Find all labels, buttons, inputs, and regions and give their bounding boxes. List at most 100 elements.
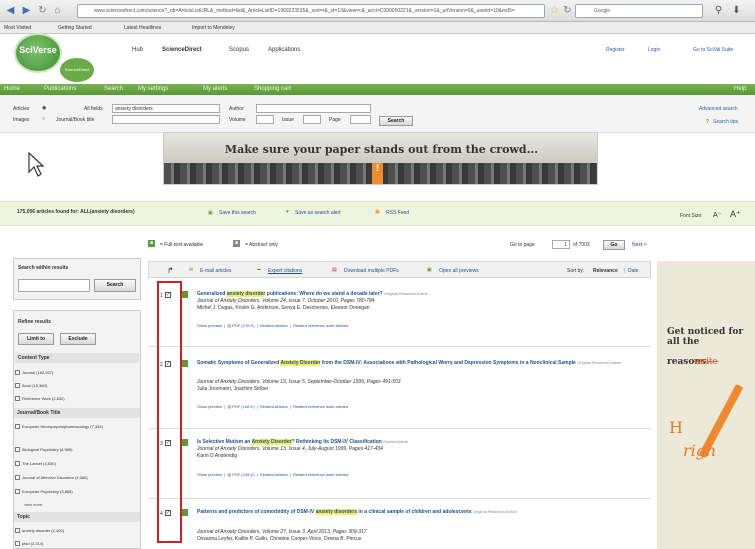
show-preview-link[interactable]: Show preview [197, 472, 222, 477]
articles-radio[interactable]: ◉ [42, 105, 46, 111]
help-link[interactable]: Help [734, 86, 746, 92]
refresh-icon[interactable]: ↻ [561, 4, 574, 17]
pdf-link[interactable]: PDF (108 K) [232, 404, 254, 409]
facet-european-psychiatry[interactable]: European Psychiatry (3,868) [15, 489, 73, 495]
articles-radio-label[interactable]: Articles [13, 106, 29, 112]
go-button[interactable]: Go [603, 240, 625, 250]
rss-link[interactable]: RSS Feed [386, 210, 409, 216]
search-within-button[interactable]: Search [94, 279, 136, 292]
reload-icon[interactable]: ↻ [36, 4, 49, 17]
bookmark-star-icon[interactable]: ☆ [548, 4, 561, 17]
related-articles-link[interactable]: Related articles [260, 404, 288, 409]
ad-handwriting-2: righ [683, 441, 717, 460]
bookmark-import-mendeley[interactable]: Import to Mendeley [192, 25, 235, 31]
home-icon[interactable]: ⌂ [51, 4, 64, 17]
email-articles-link[interactable]: E-mail articles [200, 268, 231, 274]
font-larger-button[interactable]: A⁺ [730, 209, 741, 220]
search-within-input[interactable] [18, 279, 90, 292]
tab-home[interactable]: Home [4, 86, 20, 92]
nav-sciencedirect[interactable]: ScienceDirect [162, 47, 202, 53]
search-button[interactable]: Search [379, 116, 413, 126]
forward-icon[interactable]: ▶ [20, 4, 33, 17]
tab-my-alerts[interactable]: My alerts [203, 86, 227, 92]
facet-biological-psychiatry[interactable]: Biological Psychiatry (6,985) [15, 447, 72, 453]
facet-european-neuro[interactable]: European Neuropsychopharmacology (7,354) [15, 424, 135, 430]
export-citations-link[interactable]: Export citations [268, 268, 302, 274]
journal-title-input[interactable] [112, 115, 220, 124]
tab-shopping-cart[interactable]: Shopping cart [254, 86, 291, 92]
images-radio-label[interactable]: Images [13, 117, 29, 123]
next-page-link[interactable]: Next > [632, 242, 647, 248]
login-link[interactable]: Login [648, 47, 660, 53]
related-reference-link[interactable]: Related reference work articles [293, 404, 348, 409]
download-pdfs-link[interactable]: Download multiple PDFs [344, 268, 399, 274]
facet-lancet[interactable]: The Lancet (4,530) [15, 461, 56, 467]
page-number-input[interactable]: 1 [552, 240, 570, 249]
url-bar[interactable]: www.sciencedirect.com/science?_ob=Articl… [77, 4, 545, 18]
volume-input[interactable] [256, 115, 274, 124]
sort-date[interactable]: Date [628, 268, 639, 274]
limit-to-button[interactable]: Limit to [18, 333, 54, 345]
search-icon[interactable]: ⚲ [712, 4, 725, 17]
facet-ptsd[interactable]: ptsd (2,314) [15, 541, 43, 547]
download-icon[interactable]: ⬇ [730, 4, 743, 17]
result-item: 1 ✓ Generalized anxiety disorder publica… [148, 279, 651, 347]
bookmark-latest-headlines[interactable]: Latest Headlines [124, 25, 161, 31]
side-ad[interactable]: Get noticed for all the reasons. write H … [657, 261, 755, 549]
related-reference-link[interactable]: Related reference work articles [293, 323, 348, 328]
issue-input[interactable] [303, 115, 321, 124]
show-preview-link[interactable]: Show preview [197, 323, 222, 328]
show-preview-link[interactable]: Show preview [197, 404, 222, 409]
advanced-search-link[interactable]: Advanced search [699, 106, 738, 112]
result-title[interactable]: Somatic Symptoms of Generalized Anxiety … [197, 359, 627, 367]
facet-journal[interactable]: Journal (162,007) [15, 370, 53, 376]
bookmark-most-visited[interactable]: Most Visited [4, 25, 31, 31]
facet-affective-disorders[interactable]: Journal of Affective Disorders (4,085) [15, 475, 88, 481]
bookmark-getting-started[interactable]: Getting Started [58, 25, 92, 31]
sort-relevance[interactable]: Relevance [593, 268, 618, 274]
full-text-icon: ■ [148, 240, 155, 247]
facet-anxiety-disorder[interactable]: anxiety disorder (2,400) [15, 528, 64, 534]
journal-title-facet-title: Journal/Book Title [17, 410, 61, 416]
select-all-arrow-icon[interactable]: ↱ [167, 266, 174, 275]
font-smaller-button[interactable]: A⁻ [713, 211, 721, 219]
search-tips-link[interactable]: Search tips [713, 119, 738, 125]
open-previews-link[interactable]: Open all previews [439, 268, 479, 274]
related-articles-link[interactable]: Related articles [260, 323, 288, 328]
images-radio[interactable]: ○ [42, 116, 45, 122]
full-text-legend: = Full-text available [160, 242, 204, 248]
tab-publications[interactable]: Publications [44, 86, 76, 92]
related-articles-link[interactable]: Related articles [260, 472, 288, 477]
facet-reference-work[interactable]: Reference Work (2,832) [15, 396, 65, 402]
results-summary-bar: 175,056 articles found for: ALL(anxiety … [0, 201, 755, 226]
email-icon: ✉ [189, 267, 194, 273]
tab-search[interactable]: Search [104, 86, 123, 92]
scival-link[interactable]: Go to SciVal Suite [693, 47, 733, 53]
exclude-button[interactable]: Exclude [60, 333, 96, 345]
nav-applications[interactable]: Applications [268, 47, 300, 53]
ad-banner[interactable]: Make sure your paper stands out from the… [163, 132, 598, 185]
nav-scopus[interactable]: Scopus [229, 47, 249, 53]
pdf-link[interactable]: PDF (135 K) [232, 472, 254, 477]
register-link[interactable]: Register [606, 47, 625, 53]
sciencedirect-logo[interactable]: ScienceDirect [60, 58, 94, 82]
facet-book[interactable]: Book (15,360) [15, 383, 47, 389]
view-more-link[interactable]: view more [24, 502, 42, 507]
sciverse-logo[interactable]: SciVerse [14, 33, 62, 73]
related-reference-link[interactable]: Related reference work articles [293, 472, 348, 477]
save-alert-link[interactable]: Save as search alert [295, 210, 341, 216]
pdf-icon: ▤ [227, 323, 232, 328]
result-title[interactable]: Is Selective Mutism an Anxiety Disorder?… [197, 438, 627, 446]
back-icon[interactable]: ◀ [4, 4, 17, 17]
save-search-link[interactable]: Save this search [219, 210, 256, 216]
result-title[interactable]: Patterns and predictors of comorbidity o… [197, 508, 627, 516]
all-fields-input[interactable]: anxiety disorders [112, 104, 220, 113]
pdf-link[interactable]: PDF (176 K) [232, 323, 254, 328]
browser-search-bar[interactable]: Google [575, 4, 703, 18]
page-input[interactable] [350, 115, 371, 124]
results-toolbar: ↱ ✉ E-mail articles ➥ Export citations ▤… [148, 261, 651, 278]
author-input[interactable] [256, 104, 371, 113]
tab-my-settings[interactable]: My settings [138, 86, 168, 92]
nav-hub[interactable]: Hub [132, 47, 143, 53]
result-title[interactable]: Generalized anxiety disorder publication… [197, 290, 627, 298]
